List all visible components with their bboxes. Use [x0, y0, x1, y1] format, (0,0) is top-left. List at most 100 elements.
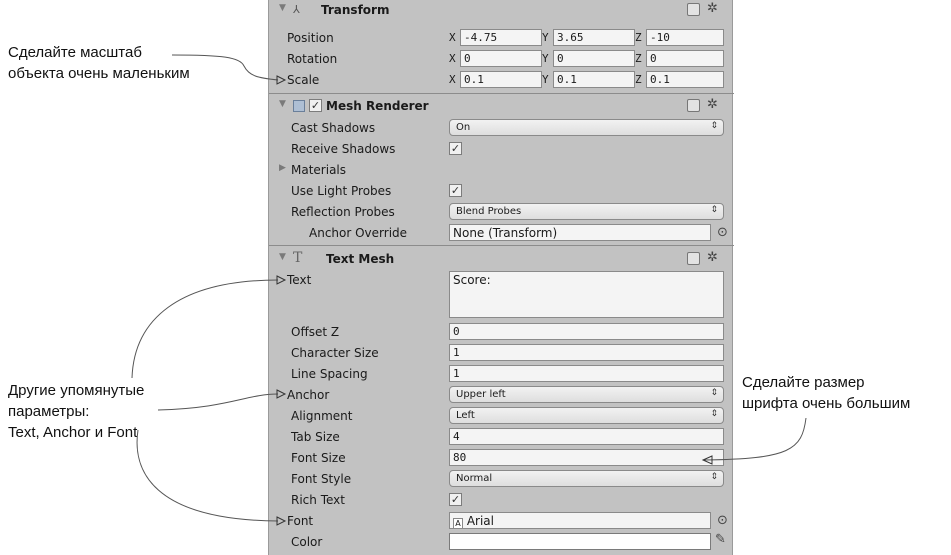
line-spacing-row: Line Spacing 1 [269, 364, 734, 384]
line-spacing-field[interactable]: 1 [449, 365, 724, 382]
tab-size-row: Tab Size 4 [269, 427, 734, 447]
dropdown-arrow-icon: ⇕ [710, 205, 718, 215]
object-picker-icon[interactable]: ⊙ [717, 513, 728, 528]
anchor-override-row: Anchor Override None (Transform) ⊙ [269, 223, 734, 243]
receive-shadows-checkbox[interactable]: ✓ [449, 142, 462, 155]
materials-label: Materials [291, 163, 347, 177]
help-book-icon[interactable] [687, 252, 700, 265]
tab-size-field[interactable]: 4 [449, 428, 724, 445]
font-field[interactable]: A Arial [449, 512, 711, 529]
annotation-font-size: Сделайте размер шрифта очень большим [742, 372, 910, 414]
font-label: Font [287, 514, 314, 528]
font-size-label: Font Size [291, 451, 346, 465]
rotation-label: Rotation [287, 52, 338, 66]
help-book-icon[interactable] [687, 99, 700, 112]
axis-x: X [449, 31, 456, 44]
font-row: Font A Arial ⊙ [269, 511, 734, 531]
font-asset-icon: A [453, 518, 463, 528]
annotation-font-line1: Сделайте размер [742, 374, 865, 391]
dropdown-arrow-icon: ⇕ [710, 388, 718, 398]
color-swatch[interactable] [449, 533, 711, 550]
materials-row[interactable]: ▶ Materials [269, 160, 734, 180]
scale-y-field[interactable]: 0.1 [553, 71, 635, 88]
position-x-field[interactable]: -4.75 [460, 29, 542, 46]
transform-row-rotation: Rotation X 0 Y 0 Z 0 [269, 49, 734, 69]
transform-row-scale: Scale X 0.1 Y 0.1 Z 0.1 [269, 70, 734, 90]
cast-shadows-value: On [456, 122, 471, 133]
font-style-dropdown[interactable]: Normal ⇕ [449, 470, 724, 487]
character-size-field[interactable]: 1 [449, 344, 724, 361]
axis-z: Z [635, 31, 642, 44]
fold-arrow-icon[interactable]: ▼ [279, 99, 286, 109]
rotation-x-field[interactable]: 0 [460, 50, 542, 67]
text-mesh-title: Text Mesh [326, 252, 395, 266]
rich-text-checkbox[interactable]: ✓ [449, 493, 462, 506]
position-y-field[interactable]: 3.65 [553, 29, 635, 46]
mesh-renderer-enabled-checkbox[interactable]: ✓ [309, 99, 322, 112]
gear-icon[interactable]: ✲ [707, 97, 718, 112]
object-picker-icon[interactable]: ⊙ [717, 225, 728, 240]
text-area[interactable]: Score: [449, 271, 724, 318]
font-size-field[interactable]: 80 [449, 449, 724, 466]
anchor-dropdown[interactable]: Upper left ⇕ [449, 386, 724, 403]
fold-arrow-icon[interactable]: ▶ [279, 163, 286, 173]
mesh-renderer-icon [293, 100, 305, 112]
cast-shadows-dropdown[interactable]: On ⇕ [449, 119, 724, 136]
annotation-scale-line1: Сделайте масштаб [8, 44, 142, 61]
receive-shadows-row: Receive Shadows ✓ [269, 139, 734, 159]
scale-x-field[interactable]: 0.1 [460, 71, 542, 88]
reflection-probes-dropdown[interactable]: Blend Probes ⇕ [449, 203, 724, 220]
mesh-renderer-header[interactable]: ▼ ✓ Mesh Renderer ✲ [269, 96, 734, 116]
offset-z-row: Offset Z 0 [269, 322, 734, 342]
gear-icon[interactable]: ✲ [707, 250, 718, 265]
color-label: Color [291, 535, 323, 549]
help-book-icon[interactable] [687, 3, 700, 16]
annotation-params-line3: Text, Anchor и Font [8, 424, 138, 441]
cast-shadows-label: Cast Shadows [291, 121, 376, 135]
offset-z-field[interactable]: 0 [449, 323, 724, 340]
scale-label: Scale [287, 73, 320, 87]
anchor-override-field[interactable]: None (Transform) [449, 224, 711, 241]
tab-size-label: Tab Size [291, 430, 340, 444]
axis-z: Z [635, 73, 642, 86]
font-style-label: Font Style [291, 472, 352, 486]
anchor-override-label: Anchor Override [309, 226, 408, 240]
text-row: Text Score: [269, 270, 734, 318]
rich-text-label: Rich Text [291, 493, 345, 507]
alignment-dropdown[interactable]: Left ⇕ [449, 407, 724, 424]
text-mesh-header[interactable]: ▼ T Text Mesh ✲ [269, 249, 734, 269]
alignment-value: Left [456, 410, 475, 421]
annotation-params-line1: Другие упомянутые [8, 382, 145, 399]
anchor-pointer-line [157, 393, 279, 411]
rotation-z-field[interactable]: 0 [646, 50, 724, 67]
reflection-probes-label: Reflection Probes [291, 205, 395, 219]
dropdown-arrow-icon: ⇕ [710, 409, 718, 419]
font-style-value: Normal [456, 473, 493, 484]
fold-arrow-icon[interactable]: ▼ [279, 252, 286, 262]
use-light-probes-label: Use Light Probes [291, 184, 392, 198]
anchor-row: Anchor Upper left ⇕ [269, 385, 734, 405]
gear-icon[interactable]: ✲ [707, 1, 718, 16]
eyedropper-icon[interactable]: ✎ [715, 532, 726, 547]
font-pointer-line [136, 429, 279, 522]
receive-shadows-label: Receive Shadows [291, 142, 396, 156]
fold-arrow-icon[interactable]: ▼ [279, 3, 286, 13]
reflection-probes-value: Blend Probes [456, 206, 522, 217]
dropdown-arrow-icon: ⇕ [710, 472, 718, 482]
transform-header[interactable]: ▼ ⅄ Transform ✲ [269, 0, 734, 20]
position-z-field[interactable]: -10 [646, 29, 724, 46]
use-light-probes-checkbox[interactable]: ✓ [449, 184, 462, 197]
annotation-params: Другие упомянутые параметры: Text, Ancho… [8, 380, 144, 443]
rotation-y-field[interactable]: 0 [553, 50, 635, 67]
font-style-row: Font Style Normal ⇕ [269, 469, 734, 489]
scale-z-field[interactable]: 0.1 [646, 71, 724, 88]
axis-y: Y [542, 52, 549, 65]
transform-row-position: Position X -4.75 Y 3.65 Z -10 [269, 28, 734, 48]
line-spacing-label: Line Spacing [291, 367, 368, 381]
alignment-row: Alignment Left ⇕ [269, 406, 734, 426]
annotation-params-line2: параметры: [8, 403, 90, 420]
anchor-value: Upper left [456, 389, 506, 400]
font-size-row: Font Size 80 [269, 448, 734, 468]
axis-x: X [449, 52, 456, 65]
divider [269, 93, 734, 94]
